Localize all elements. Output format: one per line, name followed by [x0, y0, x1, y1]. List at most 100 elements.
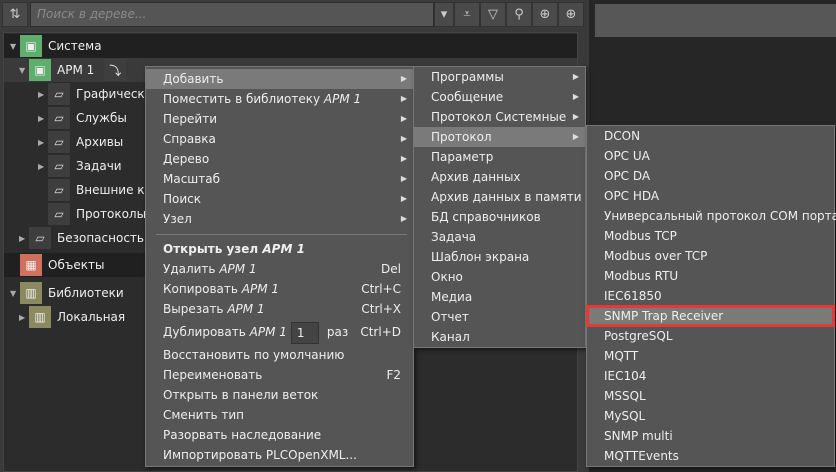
protocol-item[interactable]: Modbus TCP	[587, 226, 834, 246]
label: Шаблон экрана	[431, 250, 530, 264]
label: Протокол	[431, 130, 492, 144]
menu-item-open-branch[interactable]: Открыть в панели веток	[146, 385, 413, 405]
add-menu-item[interactable]: Окно	[414, 267, 585, 287]
shortcut: Del	[381, 262, 401, 276]
duplicate-count-input[interactable]: 1	[290, 321, 319, 344]
menu-item-import[interactable]: Импортировать PLCOpenXML...	[146, 445, 413, 465]
add-menu-item[interactable]: Протокол ▶	[414, 127, 585, 147]
protocol-item[interactable]: MQTTEvents	[587, 446, 834, 466]
tree-label: Объекты	[48, 258, 105, 272]
label: Дерево	[163, 152, 210, 166]
tree-mode-icon[interactable]: ⇅	[2, 2, 28, 27]
tree-item-protocols[interactable]: ▱ Протоколы	[38, 202, 146, 226]
tree-item-local[interactable]: ▶ ▥ Локальная	[19, 305, 125, 329]
tree-label: Безопасность	[57, 231, 144, 245]
menu-item-goto[interactable]: Перейти ▶	[146, 109, 413, 129]
menu-item-zoom[interactable]: Масштаб ▶	[146, 169, 413, 189]
add-menu-item[interactable]: Протокол Системные ▶	[414, 107, 585, 127]
tree-item-security[interactable]: ▶ ▱ Безопасность	[19, 226, 144, 250]
menu-item-search[interactable]: Поиск ▶	[146, 189, 413, 209]
protocol-item[interactable]: OPC DA	[587, 166, 834, 186]
shortcut: Ctrl+X	[361, 302, 401, 316]
right-panel-header	[595, 4, 836, 37]
label: Вырезать	[163, 302, 224, 316]
menu-separator	[156, 234, 407, 235]
menu-item-cut[interactable]: Вырезать АРМ 1 Ctrl+X	[146, 299, 413, 319]
protocol-item[interactable]: Modbus RTU	[587, 266, 834, 286]
add-menu-item[interactable]: Параметр	[414, 147, 585, 167]
menu-item-node[interactable]: Узел ▶	[146, 209, 413, 229]
add-menu-item[interactable]: Канал	[414, 327, 585, 347]
menu-item-change-type[interactable]: Сменить тип	[146, 405, 413, 425]
label: Канал	[431, 330, 470, 344]
add-node-icon[interactable]: ⤵	[104, 59, 127, 81]
menu-item-to-library[interactable]: Поместить в библиотеку АРМ 1 ▶	[146, 89, 413, 109]
node-name: АРМ 1	[323, 92, 362, 106]
add-menu-item[interactable]: Программы ▶	[414, 67, 585, 87]
label: Переименовать	[163, 368, 263, 382]
system-icon: ▣	[20, 35, 42, 57]
search-icon[interactable]: ⚲	[506, 2, 532, 27]
submenu-arrow-icon: ▶	[572, 72, 579, 81]
menu-item-add[interactable]: Добавить ▶	[146, 69, 413, 89]
add-menu-item[interactable]: Архив данных	[414, 167, 585, 187]
shortcut: Ctrl+C	[361, 282, 401, 296]
tree-item-arm1[interactable]: ▼ ▣ АРМ 1 ⤵	[19, 58, 132, 82]
submenu-arrow-icon: ▶	[400, 74, 407, 83]
filter-icon[interactable]: ▽	[480, 2, 506, 27]
search-up-icon[interactable]: ⊕	[532, 2, 558, 27]
protocol-item-selected[interactable]: SNMP Trap Receiver	[586, 305, 835, 327]
label: Справка	[163, 132, 216, 146]
label: Архив данных в памяти	[431, 190, 582, 204]
add-menu-item[interactable]: Задача	[414, 227, 585, 247]
search-input[interactable]: Поиск в дереве...	[30, 2, 434, 27]
tree-item-graphics[interactable]: ▶ ▱ Графический	[38, 82, 160, 106]
search-down-icon[interactable]: ⊕	[558, 2, 584, 27]
protocol-item[interactable]: OPC UA	[587, 146, 834, 166]
search-dropdown-button[interactable]: ▾	[434, 2, 454, 27]
tree-item-system[interactable]: ▼ ▣ Система	[10, 34, 102, 58]
add-menu-item[interactable]: БД справочников	[414, 207, 585, 227]
add-menu-item[interactable]: Медиа	[414, 287, 585, 307]
tree-item-objects[interactable]: ▦ Объекты	[10, 253, 104, 277]
add-menu-item[interactable]: Сообщение ▶	[414, 87, 585, 107]
submenu-arrow-icon: ▶	[400, 154, 407, 163]
menu-item-duplicate[interactable]: Дублировать АРМ 1 1 раз Ctrl+D	[146, 319, 413, 345]
protocol-item[interactable]: Modbus over TCP	[587, 246, 834, 266]
tree-item-tasks[interactable]: ▶ ▱ Задачи	[38, 154, 122, 178]
menu-item-help[interactable]: Справка ▶	[146, 129, 413, 149]
tree-label: Задачи	[76, 159, 122, 173]
menu-item-tree[interactable]: Дерево ▶	[146, 149, 413, 169]
protocol-item[interactable]: MySQL	[587, 406, 834, 426]
library-icon: ▥	[20, 282, 42, 304]
add-menu-item[interactable]: Шаблон экрана	[414, 247, 585, 267]
shortcut: Ctrl+D	[360, 325, 401, 339]
tree-label: Система	[48, 39, 102, 53]
menu-item-copy[interactable]: Копировать АРМ 1 Ctrl+C	[146, 279, 413, 299]
add-menu-item[interactable]: Архив данных в памяти	[414, 187, 585, 207]
protocol-item[interactable]: IEC104	[587, 366, 834, 386]
protocol-item[interactable]: DCON	[587, 126, 834, 146]
protocol-item[interactable]: Универсальный протокол COM порта	[587, 206, 836, 226]
menu-item-rename[interactable]: Переименовать F2	[146, 365, 413, 385]
protocol-item[interactable]: MSSQL	[587, 386, 834, 406]
label: Параметр	[431, 150, 494, 164]
label: Масштаб	[163, 172, 221, 186]
add-menu-item[interactable]: Отчет	[414, 307, 585, 327]
protocol-item[interactable]: OPC HDA	[587, 186, 834, 206]
label: Архив данных	[431, 170, 521, 184]
menu-item-delete[interactable]: Удалить АРМ 1 Del	[146, 259, 413, 279]
submenu-arrow-icon: ▶	[400, 114, 407, 123]
menu-item-restore[interactable]: Восстановить по умолчанию	[146, 345, 413, 365]
menu-item-break-inheritance[interactable]: Разорвать наследование	[146, 425, 413, 445]
tree-item-archives[interactable]: ▶ ▱ Архивы	[38, 130, 123, 154]
protocol-submenu: DCON OPC UA OPC DA OPC HDA Универсальный про…	[586, 125, 836, 467]
collapse-all-icon[interactable]: ⩡	[454, 2, 480, 27]
protocol-item[interactable]: PostgreSQL	[587, 326, 834, 346]
tree-item-services[interactable]: ▶ ▱ Службы	[38, 106, 127, 130]
protocol-item[interactable]: IEC61850	[587, 286, 834, 306]
menu-item-open-node[interactable]: Открыть узел АРМ 1	[146, 239, 413, 259]
protocol-item[interactable]: MQTT	[587, 346, 834, 366]
protocol-item[interactable]: SNMP multi	[587, 426, 834, 446]
tree-item-libraries[interactable]: ▼ ▥ Библиотеки	[10, 281, 124, 305]
